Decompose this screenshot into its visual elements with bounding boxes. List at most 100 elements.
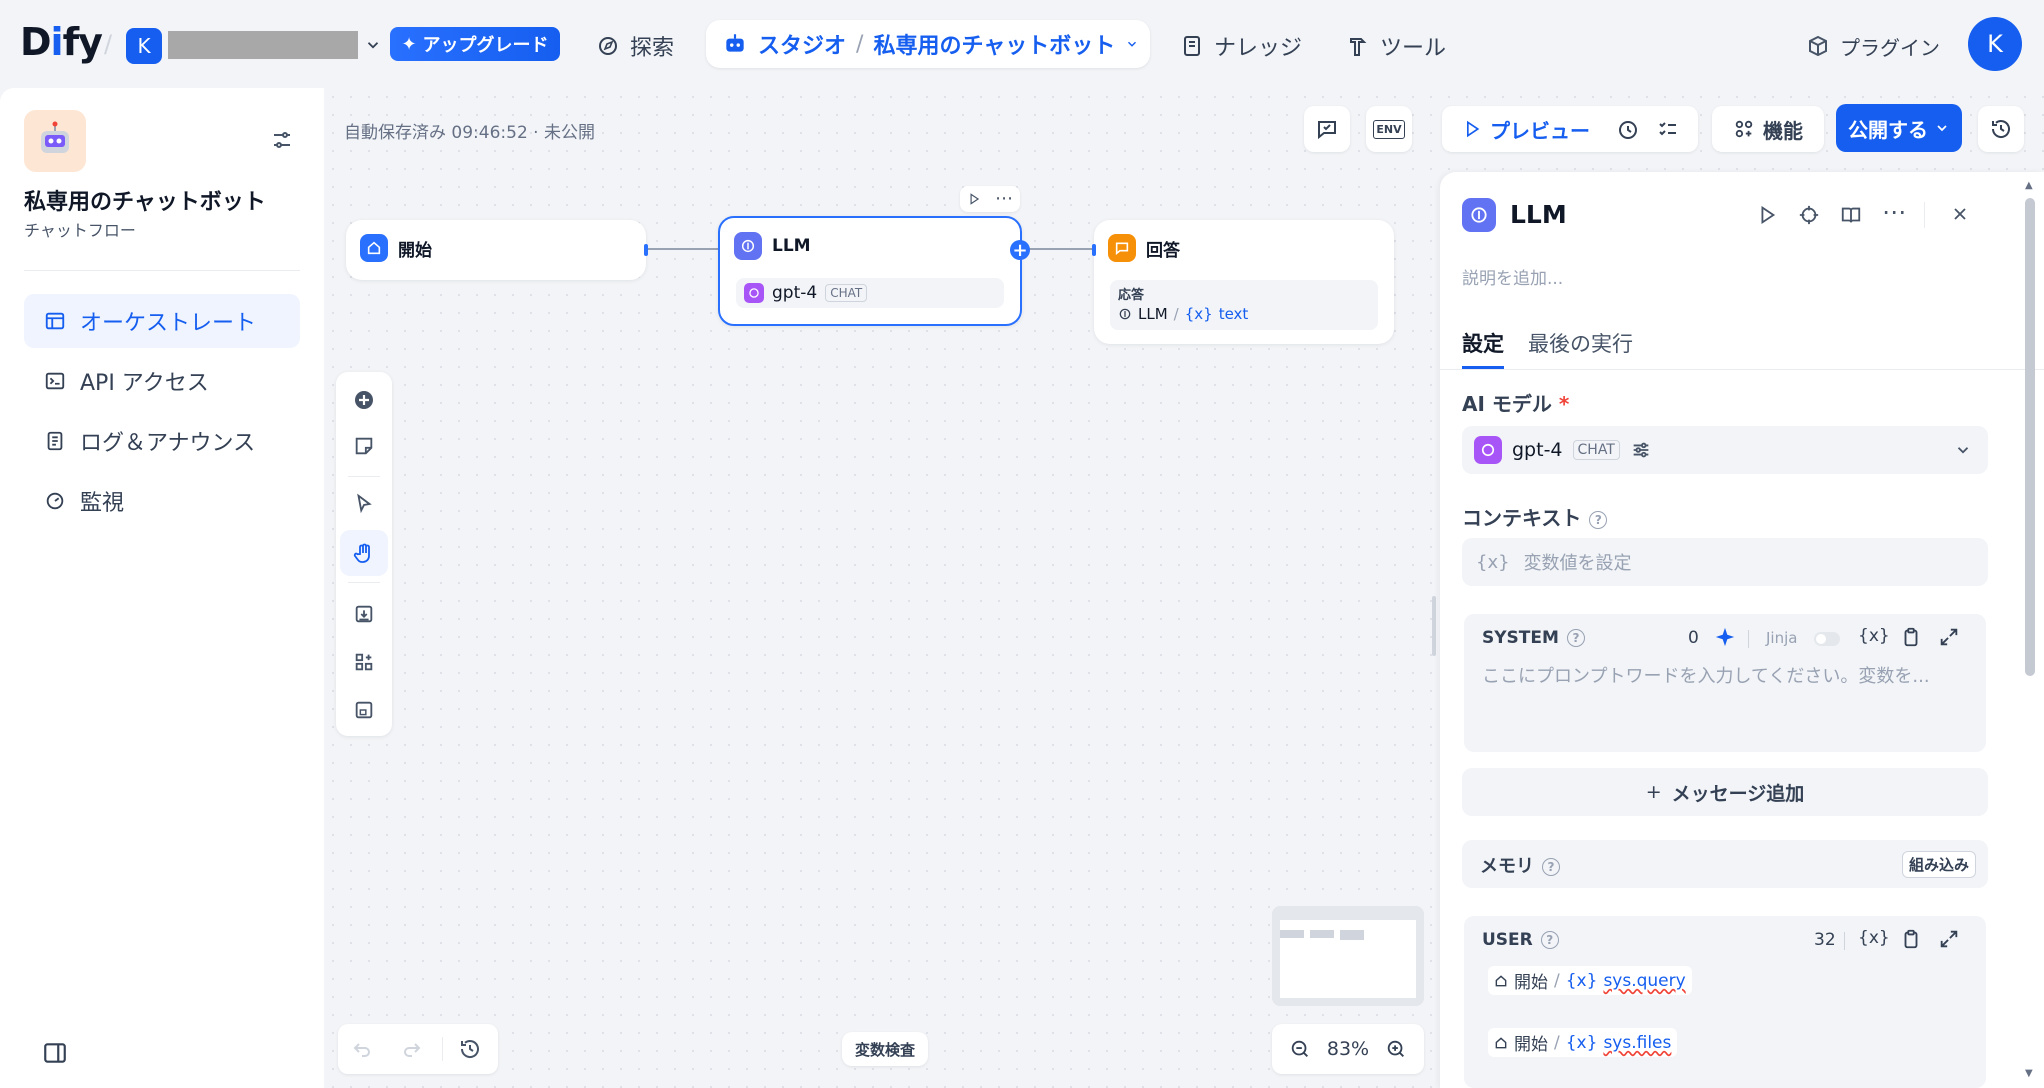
description-input[interactable]: 説明を追加... xyxy=(1462,264,1563,289)
preview-button[interactable]: プレビュー xyxy=(1442,115,1590,144)
variable-tag-sys-query[interactable]: 開始 / {x} sys.query xyxy=(1488,966,1692,995)
tab-last-run[interactable]: 最後の実行 xyxy=(1528,328,1633,358)
nav-tools[interactable]: ツール xyxy=(1346,26,1446,66)
organize-icon[interactable] xyxy=(336,640,392,684)
openai-icon xyxy=(744,283,764,303)
node-llm[interactable]: LLM gpt-4 CHAT xyxy=(718,216,1022,326)
ai-model-label: AI モデル * xyxy=(1462,392,1570,416)
help-icon: ? xyxy=(1589,510,1608,529)
sidebar-item-monitoring[interactable]: 監視 xyxy=(24,474,300,528)
clipboard-icon[interactable] xyxy=(1900,928,1922,950)
chevron-down-icon xyxy=(1954,441,1972,459)
current-app-name[interactable]: 私専用のチャットボット xyxy=(873,28,1115,60)
sidebar-item-logs[interactable]: ログ＆アナウンス xyxy=(24,414,300,468)
panel-scrollbar[interactable]: ▲ ▼ xyxy=(2022,180,2036,1088)
context-variable-selector[interactable]: {x} 変数値を設定 xyxy=(1462,538,1988,586)
publish-button[interactable]: 公開する xyxy=(1836,104,1962,152)
version-history-button[interactable] xyxy=(1978,106,2024,152)
nav-explore[interactable]: 探索 xyxy=(596,26,674,66)
history-icon[interactable] xyxy=(458,1037,482,1061)
add-next-node-button[interactable]: + xyxy=(1010,240,1030,261)
minimap-toggle-icon[interactable] xyxy=(336,688,392,732)
variable-tag-sys-files[interactable]: 開始 / {x} sys.files xyxy=(1488,1028,1678,1057)
preview-group: プレビュー xyxy=(1442,106,1698,152)
sidebar-item-orchestrate[interactable]: オーケストレート xyxy=(24,294,300,348)
upgrade-button[interactable]: ✦ アップグレード xyxy=(390,27,560,61)
run-history-icon[interactable] xyxy=(1616,118,1640,142)
pointer-icon[interactable] xyxy=(336,482,392,526)
memory-builtin-badge[interactable]: 組み込み xyxy=(1901,851,1976,878)
model-selector[interactable]: gpt-4 CHAT xyxy=(1462,426,1988,474)
play-icon[interactable] xyxy=(967,192,981,206)
workspace-avatar[interactable]: K xyxy=(126,28,162,64)
minimap-node xyxy=(1340,930,1364,940)
autosave-status: 自動保存済み 09:46:52 · 未公開 xyxy=(344,123,595,143)
node-answer[interactable]: 回答 応答 LLM / {x} text xyxy=(1094,220,1394,344)
nav-studio[interactable]: スタジオ / 私専用のチャットボット xyxy=(706,20,1150,68)
model-params-icon[interactable] xyxy=(1630,439,1652,461)
workspace-name-redacted[interactable] xyxy=(168,31,358,59)
add-message-button[interactable]: + メッセージ追加 xyxy=(1462,768,1988,816)
undo-icon[interactable] xyxy=(350,1037,374,1061)
tab-settings[interactable]: 設定 xyxy=(1462,328,1504,358)
expand-icon[interactable] xyxy=(1938,928,1960,950)
more-icon[interactable]: ⋯ xyxy=(995,190,1013,208)
plugins-button[interactable]: プラグイン xyxy=(1806,26,1940,66)
answer-handle[interactable] xyxy=(1092,244,1096,256)
play-icon xyxy=(1467,120,1480,138)
variable-inspect-button[interactable]: 変数検査 xyxy=(842,1032,928,1066)
sliders-icon[interactable] xyxy=(270,128,294,152)
layout-icon xyxy=(45,312,65,330)
checklist-button[interactable] xyxy=(1304,106,1350,152)
locate-icon[interactable] xyxy=(1798,204,1820,226)
book-open-icon[interactable] xyxy=(1840,204,1862,226)
user-avatar[interactable]: K xyxy=(1968,17,2022,71)
panel-resize-handle[interactable] xyxy=(1432,596,1436,656)
jinja-toggle[interactable] xyxy=(1814,632,1840,646)
insert-variable-icon[interactable]: {x} xyxy=(1858,928,1890,948)
dify-logo[interactable]: Dify xyxy=(20,20,103,64)
zoom-in-icon[interactable] xyxy=(1385,1038,1407,1060)
canvas-toolbox xyxy=(336,372,392,736)
add-note-icon[interactable] xyxy=(336,424,392,468)
top-bar: Dify / K ✦ アップグレード 探索 スタジオ / 私専用のチャットボット … xyxy=(0,0,2044,88)
divider xyxy=(1748,630,1749,648)
redo-icon[interactable] xyxy=(400,1037,424,1061)
chevron-down-icon[interactable] xyxy=(364,36,382,54)
minimap-node xyxy=(1280,930,1304,938)
start-handle[interactable] xyxy=(644,244,648,256)
llm-icon xyxy=(734,232,762,260)
sparkle-icon: ✦ xyxy=(401,33,417,55)
clipboard-icon[interactable] xyxy=(1900,626,1922,648)
memory-section[interactable]: メモリ? 組み込み xyxy=(1462,840,1988,888)
scrollbar-thumb[interactable] xyxy=(2025,198,2035,676)
export-image-icon[interactable] xyxy=(336,592,392,636)
zoom-level[interactable]: 83% xyxy=(1327,1038,1369,1060)
sparkle-icon[interactable] xyxy=(1714,626,1736,648)
collapse-sidebar-icon[interactable] xyxy=(42,1040,68,1066)
minimap[interactable] xyxy=(1272,906,1424,1006)
divider xyxy=(24,270,300,271)
add-node-icon[interactable] xyxy=(336,378,392,422)
run-node-icon[interactable] xyxy=(1756,204,1778,226)
nav-knowledge[interactable]: ナレッジ xyxy=(1180,26,1302,66)
system-prompt-editor[interactable]: SYSTEM? 0 Jinja {x} ここにプロンプトワードを入力してください… xyxy=(1464,614,1986,752)
user-prompt-editor[interactable]: USER? 32 {x} 開始 / {x} sys.query 開始 / {x} sys… xyxy=(1464,916,1986,1088)
sidebar-item-api[interactable]: API アクセス xyxy=(24,354,300,408)
cube-icon xyxy=(1809,35,1827,57)
expand-icon[interactable] xyxy=(1938,626,1960,648)
insert-variable-icon[interactable]: {x} xyxy=(1858,626,1890,646)
compass-icon xyxy=(599,37,617,55)
hand-icon[interactable] xyxy=(336,532,392,576)
close-icon[interactable] xyxy=(1950,204,1970,224)
more-icon[interactable]: ⋯ xyxy=(1882,198,1906,226)
panel-title[interactable]: LLM xyxy=(1510,200,1567,229)
plus-icon: + xyxy=(1645,781,1662,803)
checklist-icon[interactable] xyxy=(1656,118,1680,142)
file-list-icon xyxy=(47,431,63,451)
env-button[interactable]: ENV xyxy=(1366,106,1412,152)
node-start[interactable]: 開始 xyxy=(346,220,646,280)
message-icon xyxy=(1108,234,1136,262)
zoom-out-icon[interactable] xyxy=(1289,1038,1311,1060)
features-button[interactable]: 機能 xyxy=(1712,106,1824,152)
